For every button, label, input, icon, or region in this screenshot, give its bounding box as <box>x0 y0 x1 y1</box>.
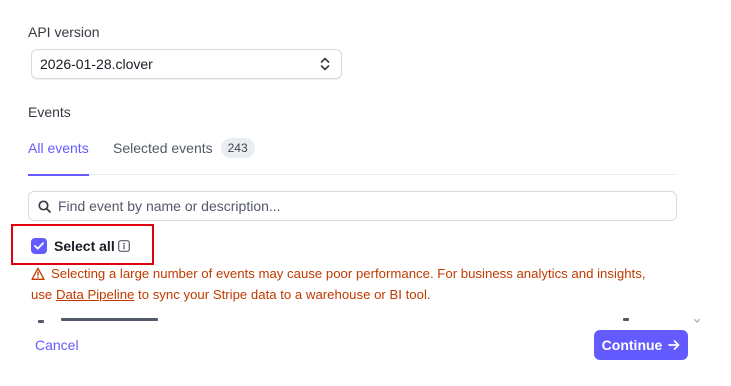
warning-text: Selecting a large number of events may c… <box>51 266 646 281</box>
performance-warning: Selecting a large number of events may c… <box>31 263 691 305</box>
scroll-down-icon[interactable] <box>693 312 701 323</box>
events-label: Events <box>28 104 71 120</box>
warning-icon <box>31 266 45 280</box>
data-pipeline-link[interactable]: Data Pipeline <box>56 287 134 302</box>
selected-count-badge: 243 <box>220 138 255 158</box>
warning-text-prefix: use <box>31 287 56 302</box>
api-version-select[interactable]: 2026-01-28.clover <box>31 49 342 79</box>
info-icon[interactable] <box>118 240 130 252</box>
continue-button[interactable]: Continue <box>594 330 688 360</box>
event-search-input[interactable] <box>58 193 676 219</box>
select-all-checkbox[interactable] <box>31 238 47 254</box>
search-icon <box>37 199 51 213</box>
tab-selected-events[interactable]: Selected events 243 <box>113 134 255 175</box>
events-tabs: All events Selected events 243 <box>28 134 677 176</box>
arrow-right-icon <box>668 339 680 351</box>
warning-text-suffix: to sync your Stripe data to a warehouse … <box>134 287 431 302</box>
chevron-up-down-icon <box>319 56 331 72</box>
tab-all-events[interactable]: All events <box>28 134 89 176</box>
event-search <box>28 191 677 221</box>
checkmark-icon <box>34 242 44 250</box>
api-version-value: 2026-01-28.clover <box>40 56 153 72</box>
tab-all-events-label: All events <box>28 140 89 156</box>
api-version-label: API version <box>28 24 100 40</box>
event-list-row-partial <box>38 318 698 326</box>
cancel-button[interactable]: Cancel <box>35 337 79 353</box>
webhook-events-form: API version 2026-01-28.clover Events All… <box>0 0 731 386</box>
continue-label: Continue <box>601 337 663 353</box>
tab-selected-events-label: Selected events <box>113 140 213 156</box>
select-all-label[interactable]: Select all <box>54 238 115 254</box>
